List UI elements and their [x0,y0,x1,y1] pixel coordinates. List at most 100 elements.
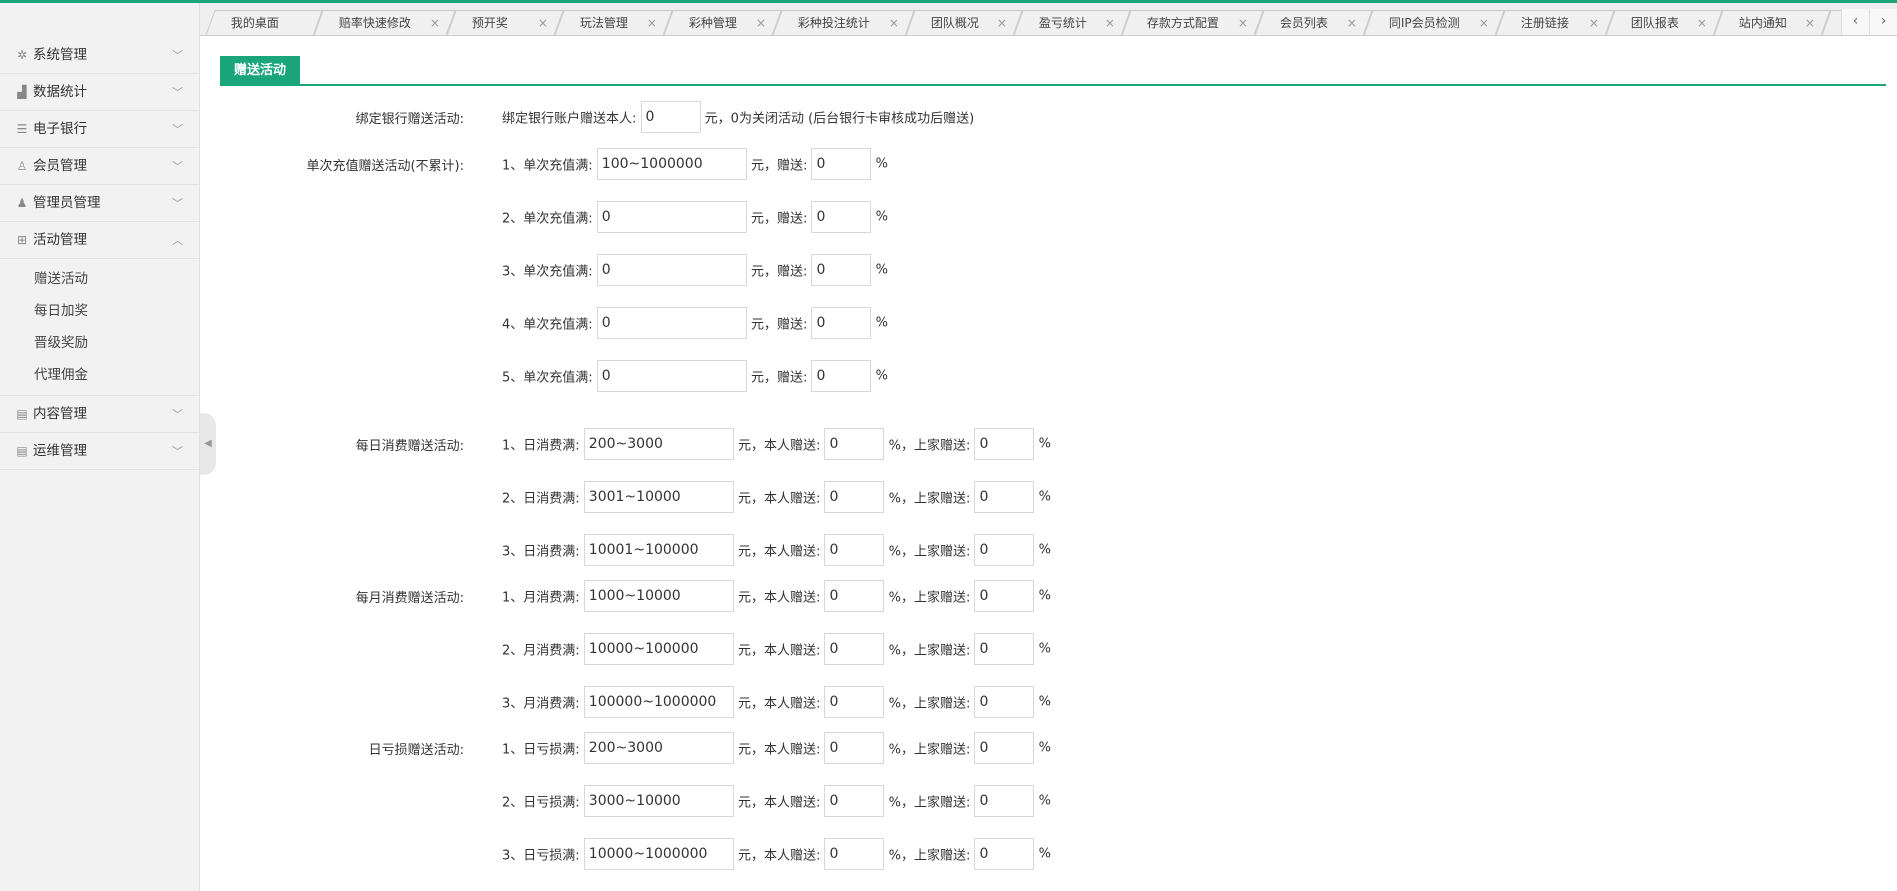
self-gift-input[interactable] [824,534,885,566]
close-icon[interactable]: × [756,11,766,35]
self-gift-input[interactable] [824,785,885,817]
monthly-row: 2、月消费满: 元，本人赠送: %，上家赠送: % [502,633,1051,665]
sidebar-item-members[interactable]: ♙ 会员管理 ﹀ [0,148,199,185]
self-gift-input[interactable] [824,633,885,665]
recharge-row: 3、单次充值满: 元，赠送: % [502,254,888,286]
tab-next-button[interactable]: › [1869,9,1897,35]
daily-row: 2、日消费满: 元，本人赠送: %，上家赠送: % [502,481,1051,513]
close-icon[interactable]: × [1479,11,1489,35]
self-gift-label: 元，本人赠送: [737,848,821,864]
recharge-percent-input[interactable] [811,360,872,392]
loss-prefix: 2、日亏损满: [502,795,580,811]
tab-lottery-manage[interactable]: 彩种管理 × [663,10,782,35]
sidebar-item-content[interactable]: ▤ 内容管理 ﹀ [0,396,199,433]
upper-gift-input[interactable] [974,838,1035,870]
recharge-range-input[interactable] [596,307,747,339]
tab-odds-edit[interactable]: 赔率快速修改 × [313,10,456,35]
close-icon[interactable]: × [538,11,548,35]
tab-team-report[interactable]: 团队报表 × [1605,10,1723,35]
loss-range-input[interactable] [583,732,734,764]
monthly-row: 1、月消费满: 元，本人赠送: %，上家赠送: % [502,580,1051,612]
daily-range-input[interactable] [583,534,734,566]
tab-profit-stats[interactable]: 盈亏统计 × [1013,10,1131,35]
sidebar-subitem-commission[interactable]: 代理佣金 [0,359,199,391]
tab-deposit-config[interactable]: 存款方式配置 × [1121,10,1264,35]
sidebar-subitem-promotion[interactable]: 晋级奖励 [0,327,199,359]
upper-gift-input[interactable] [974,686,1035,718]
close-icon[interactable]: × [1589,11,1599,35]
recharge-percent-input[interactable] [811,307,872,339]
loss-prefix: 3、日亏损满: [502,848,580,864]
tab-team-overview[interactable]: 团队概况 × [905,10,1023,35]
upper-gift-input[interactable] [974,732,1035,764]
tab-same-ip[interactable]: 同IP会员检测 × [1363,10,1505,35]
close-icon[interactable]: × [1105,11,1115,35]
section-header: 赠送活动 [220,56,1886,86]
sidebar-item-system[interactable]: ✲ 系统管理 ﹀ [0,37,199,74]
sidebar-item-ops[interactable]: ▤ 运维管理 ﹀ [0,433,199,470]
upper-gift-input[interactable] [974,580,1035,612]
daily-prefix: 3、日消费满: [502,544,580,560]
tab-bet-stats[interactable]: 彩种投注统计 × [772,10,915,35]
self-gift-input[interactable] [824,838,885,870]
close-icon[interactable]: × [1347,11,1357,35]
sidebar-collapse-handle[interactable]: ◀ [200,413,216,475]
sidebar-item-ebank[interactable]: ☰ 电子银行 ﹀ [0,111,199,148]
close-icon[interactable]: × [889,11,899,35]
tab-prev-button[interactable]: ‹ [1841,9,1869,35]
sidebar-item-label: 数据统计 [33,84,87,100]
self-gift-input[interactable] [824,580,885,612]
tab-register-link[interactable]: 注册链接 × [1495,10,1615,35]
tab-member-list[interactable]: 会员列表 × [1254,10,1373,35]
monthly-range-input[interactable] [583,580,734,612]
monthly-range-input[interactable] [583,686,734,718]
daily-range-input[interactable] [583,481,734,513]
tab-desktop[interactable]: 我的桌面 [205,10,323,35]
self-gift-input[interactable] [824,481,885,513]
recharge-percent-input[interactable] [811,148,872,180]
close-icon[interactable]: × [1805,11,1815,35]
close-icon[interactable]: × [1238,11,1248,35]
sidebar-item-admins[interactable]: ♟ 管理员管理 ﹀ [0,185,199,222]
self-gift-input[interactable] [824,686,885,718]
close-icon[interactable]: × [647,11,657,35]
loss-range-input[interactable] [583,838,734,870]
recharge-range-input[interactable] [596,201,747,233]
upper-gift-input[interactable] [974,785,1035,817]
close-icon[interactable]: × [430,11,440,35]
self-gift-label: 元，本人赠送: [737,544,821,560]
tab-site-notice[interactable]: 站内通知 × [1713,10,1831,35]
daily-range-input[interactable] [583,428,734,460]
self-gift-label: 元，本人赠送: [737,696,821,712]
recharge-range-input[interactable] [596,254,747,286]
activity-submenu: 赠送活动 每日加奖 晋级奖励 代理佣金 [0,259,199,396]
recharge-percent-input[interactable] [811,254,872,286]
self-gift-input[interactable] [824,732,885,764]
close-icon[interactable]: × [1697,11,1707,35]
sidebar-item-activity[interactable]: ⊞ 活动管理 ︿ [0,222,199,259]
close-icon[interactable]: × [997,11,1007,35]
sidebar-subitem-daily-bonus[interactable]: 每日加奖 [0,295,199,327]
monthly-range-input[interactable] [583,633,734,665]
tab-play-manage[interactable]: 玩法管理 × [554,10,673,35]
upper-gift-input[interactable] [974,633,1035,665]
bank-amount-input[interactable] [640,101,701,133]
sidebar-item-label: 管理员管理 [33,195,101,211]
self-gift-input[interactable] [824,428,885,460]
recharge-percent-input[interactable] [811,201,872,233]
recharge-prefix: 4、单次充值满: [502,317,593,333]
upper-gift-input[interactable] [974,428,1035,460]
tab-pre-draw[interactable]: 预开奖 × [446,10,564,35]
upper-gift-input[interactable] [974,481,1035,513]
percent-sign: % [875,156,888,172]
recharge-range-input[interactable] [596,360,747,392]
upper-gift-input[interactable] [974,534,1035,566]
sidebar-item-stats[interactable]: ▟ 数据统计 ﹀ [0,74,199,111]
monthly-row: 3、月消费满: 元，本人赠送: %，上家赠送: % [502,686,1051,718]
bank-suffix-text: 元，0为关闭活动 (后台银行卡审核成功后赠送) [704,111,975,127]
sidebar-subitem-gift[interactable]: 赠送活动 [0,263,199,295]
recharge-range-input[interactable] [596,148,747,180]
daily-prefix: 2、日消费满: [502,491,580,507]
upper-gift-label: %，上家赠送: [888,795,971,811]
loss-range-input[interactable] [583,785,734,817]
